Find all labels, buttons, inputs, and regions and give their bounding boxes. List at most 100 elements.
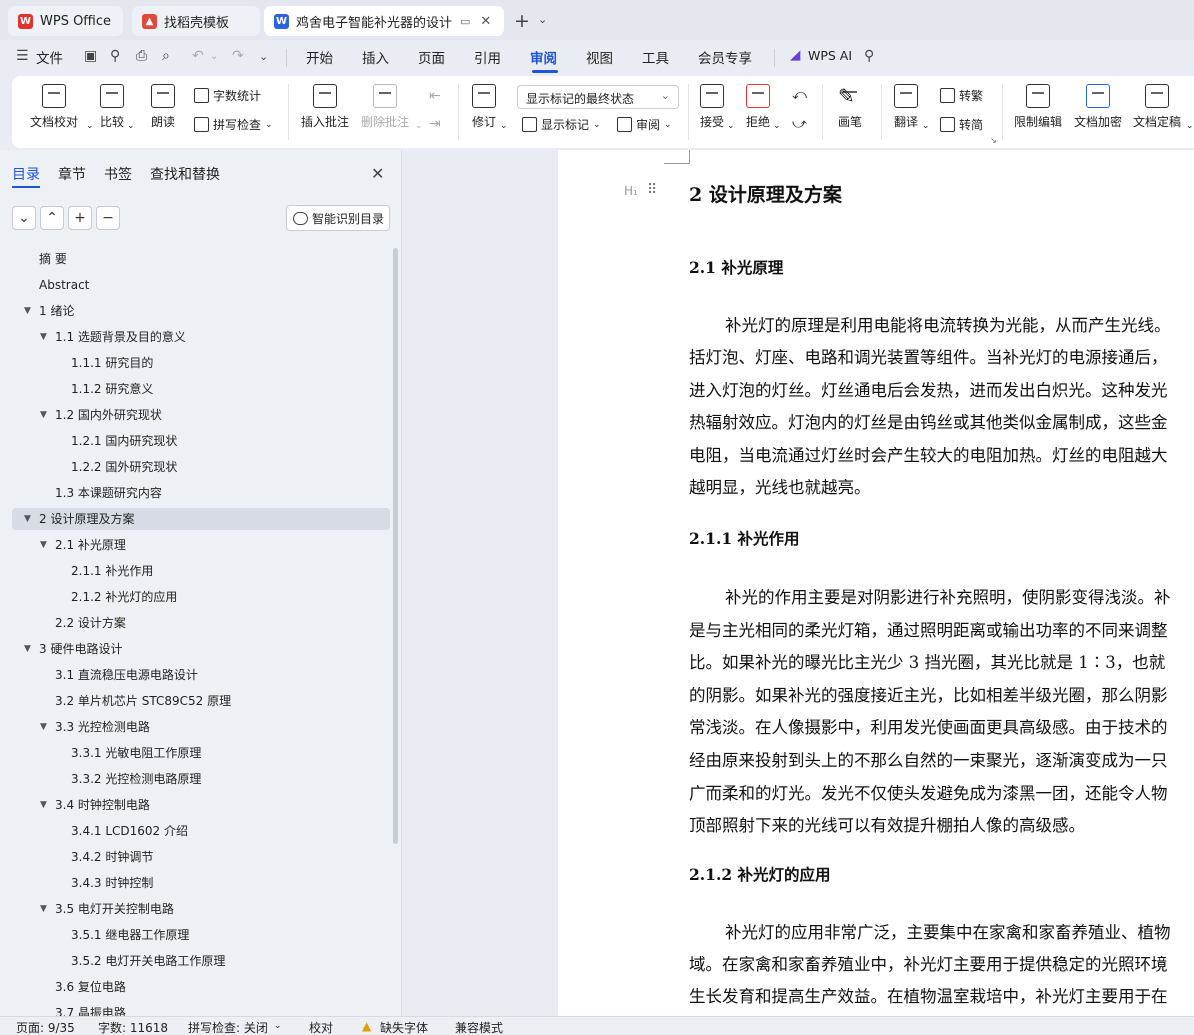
to-simplified-button[interactable]: 转简 <box>940 116 983 133</box>
menu-member[interactable]: 会员专享 <box>698 47 752 67</box>
close-tab-icon[interactable]: ✕ <box>480 14 491 29</box>
show-markup-button[interactable]: 显示标记 ⌄ <box>522 116 601 133</box>
search-icon[interactable]: ⚲ <box>864 48 874 64</box>
expand-triangle-icon[interactable]: ▼ <box>40 716 50 738</box>
chevron-down-icon[interactable]: ⌄ <box>415 121 423 131</box>
add-heading-icon[interactable]: + <box>68 206 92 230</box>
toc-item[interactable]: 3.3.2 光控检测电路原理 <box>0 768 390 790</box>
chevron-down-icon[interactable]: ⌄ <box>1186 121 1194 131</box>
previous-comment-icon[interactable]: ⇤ <box>429 88 441 104</box>
next-change-icon[interactable]: ⤻ <box>792 116 807 132</box>
review-pane-button[interactable]: 审阅 ⌄ <box>617 116 672 133</box>
accept-button[interactable]: 接受 <box>700 84 724 130</box>
toc-item[interactable]: 3.4.1 LCD1602 介绍 <box>0 820 390 842</box>
chevron-down-icon[interactable]: ⌄ <box>538 13 547 26</box>
toc-item[interactable]: ▼ 2 设计原理及方案 <box>0 508 390 530</box>
tab-current-document[interactable]: W 鸡舍电子智能补光器的设计 毕 ▭ ✕ <box>264 6 504 36</box>
toc-item[interactable]: 2.1.1 补光作用 <box>0 560 390 582</box>
expand-triangle-icon[interactable]: ▼ <box>24 508 34 530</box>
insert-comment-button[interactable]: 插入批注 <box>301 84 349 130</box>
toc-item[interactable]: 2.2 设计方案 <box>0 612 390 634</box>
panel-tab-toc[interactable]: 目录 <box>12 164 40 184</box>
toc-item[interactable]: 1.1.2 研究意义 <box>0 378 390 400</box>
compare-button[interactable]: 比较 <box>100 84 124 130</box>
share-icon[interactable]: ⚲ <box>110 48 120 64</box>
toc-item[interactable]: Abstract <box>0 274 390 296</box>
print-preview-icon[interactable]: ⌕ <box>162 48 170 64</box>
toc-item[interactable]: 3.5.1 继电器工作原理 <box>0 924 390 946</box>
close-icon[interactable]: ✕ <box>371 164 384 183</box>
toc-item[interactable]: ▼ 1.2 国内外研究现状 <box>0 404 390 426</box>
to-traditional-button[interactable]: 转繁 <box>940 87 983 104</box>
expand-triangle-icon[interactable]: ▼ <box>40 326 50 348</box>
menu-start[interactable]: 开始 <box>306 47 333 67</box>
toc-item[interactable]: ▼ 3 硬件电路设计 <box>0 638 390 660</box>
toc-item[interactable]: 3.5.2 电灯开关电路工作原理 <box>0 950 390 972</box>
expand-triangle-icon[interactable]: ▼ <box>40 404 50 426</box>
chevron-down-icon[interactable]: ⌄ <box>127 121 135 131</box>
tab-wps-office[interactable]: W WPS Office <box>8 6 123 36</box>
redo-icon[interactable]: ↷ <box>232 48 244 64</box>
menu-file[interactable]: 文件 <box>36 47 63 67</box>
chevron-down-icon[interactable]: ⌄ <box>922 121 930 131</box>
expand-triangle-icon[interactable]: ▼ <box>24 638 34 660</box>
missing-font-status[interactable]: 缺失字体 <box>380 1019 428 1035</box>
encrypt-button[interactable]: 文档加密 <box>1074 84 1122 130</box>
previous-change-icon[interactable]: ⤺ <box>792 87 807 103</box>
print-icon[interactable]: ⎙ <box>136 48 147 64</box>
expand-triangle-icon[interactable]: ▼ <box>40 898 50 920</box>
revise-button[interactable]: 修订 <box>472 84 496 130</box>
toc-item[interactable]: 1.1.1 研究目的 <box>0 352 390 374</box>
delete-comment-button[interactable]: 删除批注 <box>361 84 409 130</box>
toc-item[interactable]: 3.7 晶振电路 <box>0 1002 390 1016</box>
restrict-edit-button[interactable]: 限制编辑 <box>1014 84 1062 130</box>
spell-check-status[interactable]: 拼写检查: 关闭 <box>188 1019 268 1035</box>
menu-wps-ai[interactable]: WPS AI <box>808 48 852 63</box>
expand-triangle-icon[interactable]: ▼ <box>24 300 34 322</box>
menu-lines-icon[interactable]: ☰ <box>16 48 29 64</box>
spell-check-button[interactable]: 拼写检查 ⌄ <box>194 116 273 133</box>
menu-reference[interactable]: 引用 <box>474 47 501 67</box>
toc-item[interactable]: ▼ 1 绪论 <box>0 300 390 322</box>
chevron-down-icon[interactable]: ⌄ <box>593 120 601 130</box>
toc-item[interactable]: ▼ 3.5 电灯开关控制电路 <box>0 898 390 920</box>
chevron-down-icon[interactable]: ⌄ <box>500 121 508 131</box>
toc-item[interactable]: 3.4.3 时钟控制 <box>0 872 390 894</box>
collapse-all-icon[interactable]: ⌄ <box>12 206 36 230</box>
toc-item[interactable]: ▼ 2.1 补光原理 <box>0 534 390 556</box>
quick-access-chevron-icon[interactable]: ⌄ <box>259 50 268 63</box>
reject-button[interactable]: 拒绝 <box>746 84 770 130</box>
dialog-launcher-icon[interactable]: ↘ <box>990 136 997 145</box>
panel-tab-find-replace[interactable]: 查找和替换 <box>150 164 220 184</box>
smart-toc-button[interactable]: 智能识别目录 <box>286 205 390 231</box>
menu-page[interactable]: 页面 <box>418 47 445 67</box>
expand-triangle-icon[interactable]: ▼ <box>40 534 50 556</box>
toc-item[interactable]: 1.2.1 国内研究现状 <box>0 430 390 452</box>
expand-triangle-icon[interactable]: ▼ <box>40 794 50 816</box>
new-tab-icon[interactable]: + <box>514 10 530 32</box>
monitor-icon[interactable]: ▭ <box>460 15 470 28</box>
next-comment-icon[interactable]: ⇥ <box>429 116 441 132</box>
save-icon[interactable]: ▣ <box>84 48 97 64</box>
toc-item[interactable]: ▼ 1.1 选题背景及目的意义 <box>0 326 390 348</box>
panel-tab-bookmarks[interactable]: 书签 <box>104 164 132 184</box>
pen-button[interactable]: ✎ 画笔 <box>838 84 862 130</box>
expand-up-icon[interactable]: ⌃ <box>40 206 64 230</box>
toc-item[interactable]: 2.1.2 补光灯的应用 <box>0 586 390 608</box>
toc-item[interactable]: 3.1 直流稳压电源电路设计 <box>0 664 390 686</box>
chevron-down-icon[interactable]: ⌄ <box>274 1021 282 1031</box>
toc-item[interactable]: 3.2 单片机芯片 STC89C52 原理 <box>0 690 390 712</box>
finalize-button[interactable]: 文档定稿 <box>1133 84 1181 130</box>
toc-item[interactable]: 3.4.2 时钟调节 <box>0 846 390 868</box>
chevron-down-icon[interactable]: ⌄ <box>773 121 781 131</box>
toc-item[interactable]: 3.6 复位电路 <box>0 976 390 998</box>
doc-proofread-button[interactable]: 文档校对 <box>30 84 78 130</box>
toc-item[interactable]: 1.2.2 国外研究现状 <box>0 456 390 478</box>
undo-icon[interactable]: ↶ <box>192 48 204 64</box>
toc-scrollbar[interactable] <box>393 248 398 844</box>
chevron-down-icon[interactable]: ⌄ <box>265 120 273 130</box>
menu-review[interactable]: 审阅 <box>530 47 557 67</box>
word-count-button[interactable]: 字数统计 <box>194 87 261 104</box>
chevron-down-icon[interactable]: ⌄ <box>86 121 94 131</box>
undo-dropdown-icon[interactable]: ⌄ <box>210 51 218 62</box>
